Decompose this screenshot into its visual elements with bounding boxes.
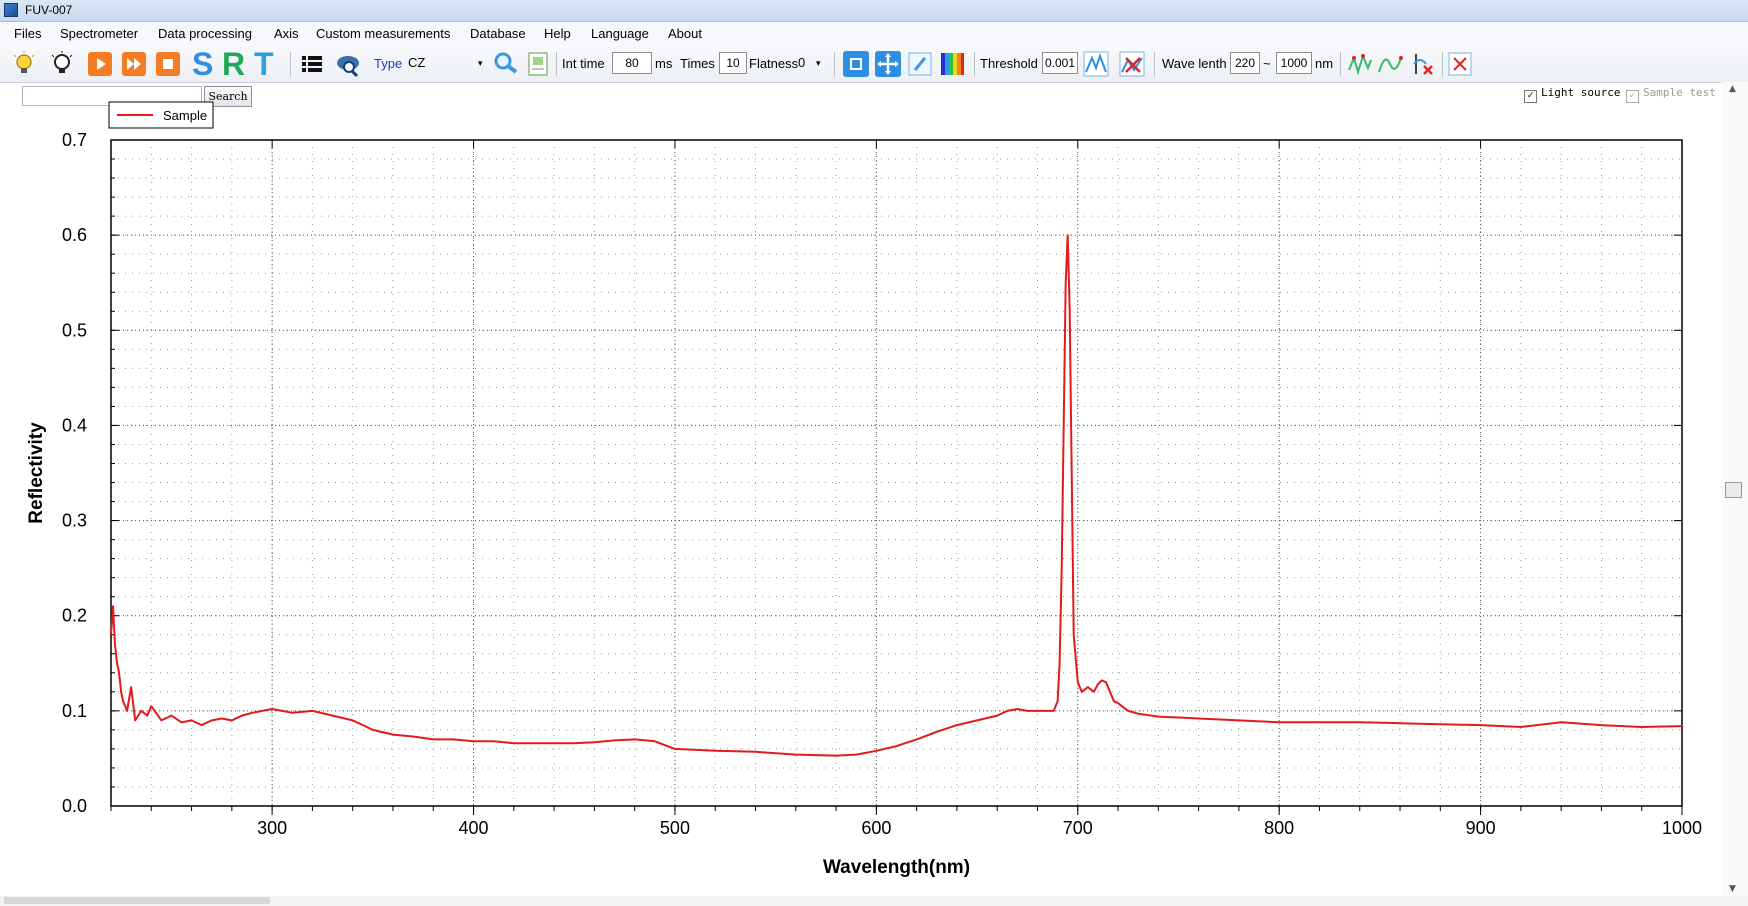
move-icon[interactable] — [874, 50, 902, 78]
wavelength-unit: nm — [1315, 56, 1334, 71]
threshold-input[interactable]: 0.001 — [1042, 52, 1078, 74]
menu-axis[interactable]: Axis — [274, 26, 299, 41]
close-icon[interactable] — [1446, 50, 1474, 78]
scroll-thumb[interactable] — [4, 897, 270, 904]
menu-files[interactable]: Files — [14, 26, 41, 41]
y-tick-label: 0.0 — [62, 796, 87, 816]
toolbar-separator — [1442, 52, 1443, 76]
plot-frame — [110, 139, 1683, 807]
vertical-scrollbar[interactable]: ▲ ▼ — [1721, 82, 1748, 896]
scroll-thumb[interactable] — [1725, 482, 1742, 498]
app-icon — [4, 3, 18, 17]
menu-bar: Files Spectrometer Data processing Axis … — [0, 22, 1748, 46]
int-time-unit: ms — [655, 56, 673, 71]
x-tick-label: 500 — [660, 818, 690, 838]
wavelength-min-input[interactable]: 220 — [1230, 52, 1260, 74]
toolbar-separator — [290, 52, 291, 76]
menu-help[interactable]: Help — [544, 26, 571, 41]
y-tick-label: 0.2 — [62, 606, 87, 626]
series-line-sample — [110, 234, 1683, 757]
title-bar: FUV-007 — [0, 0, 1748, 22]
menu-about[interactable]: About — [668, 26, 702, 41]
int-time-label: Int time — [562, 56, 605, 71]
y-tick-label: 0.3 — [62, 511, 87, 531]
toolbar-separator — [556, 52, 557, 76]
light-bulb-icon[interactable] — [10, 50, 38, 78]
spectrum-icon[interactable] — [938, 50, 966, 78]
y-tick-label: 0.6 — [62, 225, 87, 245]
flatness-select[interactable]: 0 ▾ — [798, 52, 826, 74]
x-tick-label: 800 — [1264, 818, 1294, 838]
s-mode-button[interactable]: S — [192, 46, 213, 82]
t-mode-button[interactable]: T — [254, 46, 274, 82]
wavelength-max-input[interactable]: 1000 — [1276, 52, 1312, 74]
horizontal-scrollbar[interactable] — [0, 896, 1748, 906]
magnifier-icon[interactable] — [492, 50, 520, 78]
y-tick-label: 0.5 — [62, 320, 87, 340]
curve-icon[interactable] — [1376, 50, 1404, 78]
menu-spectrometer[interactable]: Spectrometer — [60, 26, 138, 41]
type-select[interactable]: CZ ▾ — [408, 52, 488, 74]
times-label: Times — [680, 56, 715, 71]
clear-peak-icon[interactable] — [1118, 50, 1146, 78]
play-icon[interactable] — [86, 50, 114, 78]
cloud-search-icon[interactable] — [334, 50, 362, 78]
toolbar-separator — [1154, 52, 1155, 76]
menu-database[interactable]: Database — [470, 26, 526, 41]
type-select-value: CZ — [408, 55, 426, 70]
flatness-value: 0 — [798, 55, 806, 70]
wavelength-separator: ~ — [1263, 56, 1271, 71]
toolbar-separator — [1340, 52, 1341, 76]
x-axis-label: Wavelength(nm) — [823, 857, 970, 878]
series-layer — [110, 234, 1683, 757]
scroll-down-arrow[interactable]: ▼ — [1729, 884, 1736, 894]
axis-ticks: 0.0 0.1 0.2 0.3 0.4 0.5 0.6 0.7 300 400 500 600 700 8… — [62, 130, 1702, 838]
menu-data-processing[interactable]: Data processing — [158, 26, 252, 41]
reflectivity-chart[interactable]: 0.0 0.1 0.2 0.3 0.4 0.5 0.6 0.7 300 400 500 600 700 8… — [0, 82, 1720, 906]
stop-icon[interactable] — [154, 50, 182, 78]
chart-grid — [110, 139, 1683, 807]
light-bulb-dark-icon[interactable] — [48, 50, 76, 78]
x-tick-label: 700 — [1063, 818, 1093, 838]
toolbar: S R T Type CZ ▾ Int time 80 ms Times 10 … — [0, 46, 1748, 83]
y-axis-label: Reflectivity — [26, 422, 47, 524]
wavelength-label: Wave lenth — [1162, 56, 1227, 71]
r-mode-button[interactable]: R — [222, 46, 245, 82]
smooth-icon[interactable] — [1346, 50, 1374, 78]
edit-icon[interactable] — [906, 50, 934, 78]
x-tick-label: 400 — [459, 818, 489, 838]
type-label: Type — [374, 56, 403, 71]
y-tick-label: 0.1 — [62, 701, 87, 721]
threshold-label: Threshold — [980, 56, 1038, 71]
y-tick-label: 0.7 — [62, 130, 87, 150]
legend: Sample — [108, 101, 214, 129]
list-icon[interactable] — [298, 50, 326, 78]
window-title: FUV-007 — [25, 3, 73, 17]
times-input[interactable]: 10 — [719, 52, 747, 74]
x-tick-label: 1000 — [1662, 818, 1702, 838]
int-time-input[interactable]: 80 — [612, 52, 652, 74]
scroll-up-arrow[interactable]: ▲ — [1729, 84, 1736, 94]
menu-custom-measurements[interactable]: Custom measurements — [316, 26, 450, 41]
x-tick-label: 900 — [1466, 818, 1496, 838]
flatness-label: Flatness — [749, 56, 799, 71]
toolbar-separator — [834, 52, 835, 76]
chevron-down-icon: ▾ — [478, 58, 483, 68]
menu-language[interactable]: Language — [591, 26, 649, 41]
square-icon[interactable] — [842, 50, 870, 78]
fast-forward-icon[interactable] — [120, 50, 148, 78]
toolbar-separator — [974, 52, 975, 76]
x-tick-label: 300 — [257, 818, 287, 838]
document-icon[interactable] — [524, 50, 552, 78]
legend-label: Sample — [163, 108, 207, 123]
peak-icon[interactable] — [1082, 50, 1110, 78]
delete-curve-icon[interactable] — [1408, 50, 1436, 78]
chevron-down-icon: ▾ — [816, 58, 821, 68]
x-tick-label: 600 — [861, 818, 891, 838]
y-tick-label: 0.4 — [62, 415, 87, 435]
